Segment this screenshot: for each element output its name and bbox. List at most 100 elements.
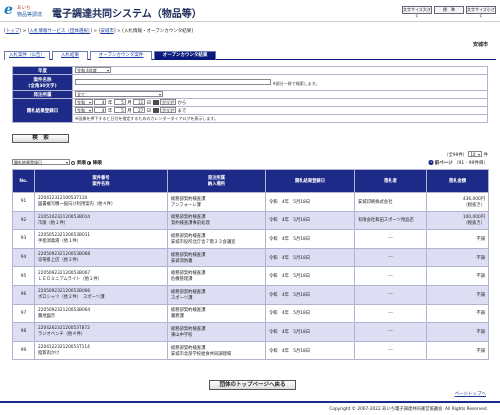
row-case: 220509232120053B068 涼帯掛上店（他２件） xyxy=(34,247,168,268)
from-month-input[interactable]: 5 xyxy=(113,99,126,105)
sort-desc-radio[interactable] xyxy=(87,160,92,165)
tab-open-counter-result[interactable]: オープンカウンタ結果 xyxy=(154,51,216,60)
row-dept: 総務部契約検査課 アンフォーレ課 xyxy=(167,192,266,212)
row-case: 220509232120053B064 農地図示 xyxy=(34,303,168,324)
font-large-button[interactable]: 文字サイズ大きく xyxy=(402,6,432,18)
prev-page-link[interactable]: 前ページ xyxy=(435,161,453,166)
table-row: 94 220509232120053B068 涼帯掛上店（他２件） 総務部契約検査課安… xyxy=(12,247,489,268)
result-table: No. 案件番号 案件名称 発注所属 納入場所 開札結果登録日 落札者 落札金額… xyxy=(12,169,489,361)
row-case: 220505232120053B011 手指消毒液（他１件） xyxy=(34,229,168,249)
prev-page-icon[interactable] xyxy=(428,160,434,165)
row-case: 220412232120053T114 脂質肉かけ xyxy=(34,340,168,361)
page-top-link[interactable]: ページトップへ xyxy=(455,391,486,397)
row-amount: 不調 xyxy=(426,340,489,361)
table-row: 97 220509232120053B064 農地図示 総務部契約検査課 農務課 令和 4… xyxy=(12,303,489,324)
row-dept: 総務部契約検査課 安城消防署 xyxy=(167,247,266,268)
table-row: 99 220412232120053T114 脂質肉かけ 総務部契約検査課 安城市北部学… xyxy=(12,340,489,361)
site-logo[interactable]: e あいち 物品等調達 xyxy=(4,2,48,19)
dept-select[interactable]: 全て xyxy=(75,91,163,97)
case-name-link[interactable]: 脂質肉かけ xyxy=(38,350,164,356)
case-name-label: 案件名称 (全角30文字) xyxy=(12,74,73,91)
table-row: 95 220509232120053B067 ＬＥＤミニアムライト（他１件） 総務部契… xyxy=(12,266,489,286)
breadcrumb-org-select[interactable]: 入札情報サービス（団体選択） xyxy=(29,29,90,34)
from-era-select[interactable]: 令和 xyxy=(75,99,93,105)
case-name-link[interactable]: ラジオペンチ（他４件） xyxy=(38,331,164,337)
col-no: No. xyxy=(12,169,35,193)
table-row: 91 220412312100537110 図書複写機一般向け利用案内（他４件） 総務… xyxy=(12,192,489,212)
from-clear-button[interactable]: クリア xyxy=(160,99,176,105)
calendar-icon[interactable] xyxy=(152,100,159,105)
row-case: 220412312100537110 図書複写機一般向け利用案内（他４件） xyxy=(34,192,168,212)
to-suffix: まで xyxy=(177,109,187,114)
row-no: 95 xyxy=(12,266,35,286)
table-header-row: No. 案件番号 案件名称 発注所属 納入場所 開札結果登録日 落札者 落札金額 xyxy=(12,169,489,193)
row-no: 97 xyxy=(12,303,35,324)
row-no: 96 xyxy=(12,284,35,305)
pager-count: （全99件） 10 件 xyxy=(444,151,488,158)
sort-field-select[interactable]: 開札結果登録日 xyxy=(12,159,70,165)
tab-bar: 入札案件（公告） 入札結果 オープンカウンタ案件 オープンカウンタ結果 xyxy=(4,51,496,60)
row-date: 令和 4年 5月18日 xyxy=(265,247,355,268)
row-dept: 総務部契約検査課 東山中学校 xyxy=(167,322,266,342)
row-case: 220509232120053B066 ボロシャツ（他２件） スポーツ課 xyxy=(34,284,168,305)
to-clear-button[interactable]: クリア xyxy=(160,107,176,113)
sort-asc-radio[interactable] xyxy=(71,160,76,165)
case-name-link[interactable]: 図書複写機一般向け利用案内（他４件） xyxy=(38,201,164,207)
fiscal-year-select[interactable]: 令和 4年度 xyxy=(75,67,111,73)
row-no: 94 xyxy=(12,247,35,268)
to-day-input[interactable]: 27 xyxy=(133,107,146,113)
tab-open-counter-case[interactable]: オープンカウンタ案件 xyxy=(90,51,152,60)
to-month-input[interactable]: 5 xyxy=(113,107,126,113)
row-winner: 安城印刷株式会社 xyxy=(354,192,427,212)
sort-asc-label: 昇順 xyxy=(76,161,86,166)
font-standard-button[interactable]: 標 準 xyxy=(434,6,464,14)
col-case: 案件番号 案件名称 xyxy=(34,169,168,193)
row-amount: 不調 xyxy=(426,247,489,268)
row-winner: --- xyxy=(354,340,427,361)
breadcrumb: [トップ] > [入札情報サービス（団体選択）] > [安城市] > [入札情報… xyxy=(4,29,193,34)
col-date: 開札結果登録日 xyxy=(265,169,355,193)
row-dept: 総務部契約検査課 安城市役所北庁舎７階２３会議室 xyxy=(167,229,266,249)
row-date: 令和 4年 5月18日 xyxy=(265,303,355,324)
case-name-link[interactable]: 涼帯掛上店（他２件） xyxy=(38,257,164,263)
logo-mark: e xyxy=(4,2,13,18)
breadcrumb-city[interactable]: 安城市 xyxy=(100,29,114,34)
back-to-org-top-button[interactable]: 団体のトップページへ戻る xyxy=(209,380,296,390)
logo-line2: 物品等調達 xyxy=(17,12,43,18)
sort-desc-label: 降順 xyxy=(92,161,102,166)
row-winner: --- xyxy=(354,284,427,305)
row-date: 令和 4年 5月18日 xyxy=(265,284,355,305)
per-page-select[interactable]: 10 xyxy=(468,151,483,157)
calendar-icon[interactable] xyxy=(152,108,159,113)
row-dept: 総務部契約検査課 危機管理課 xyxy=(167,266,266,286)
row-amount: 不調 xyxy=(426,229,489,249)
tab-bid-result[interactable]: 入札結果 xyxy=(52,51,88,60)
case-name-link[interactable]: ボロシャツ（他２件） スポーツ課 xyxy=(38,294,164,300)
dept-label: 発注所属 xyxy=(12,90,73,99)
city-name: 安城市 xyxy=(472,42,488,48)
case-name-link[interactable]: 農地図示 xyxy=(38,313,164,319)
tab-bid-notice[interactable]: 入札案件（公告） xyxy=(4,51,50,60)
page-range: （91 - 99件目） xyxy=(454,161,488,166)
row-no: 98 xyxy=(12,322,35,342)
breadcrumb-top[interactable]: トップ xyxy=(6,29,20,34)
table-row: 92 220510232120053B014 市旗（他１件） 総務部契約検査課 契約検査… xyxy=(12,210,489,231)
col-amount: 落札金額 xyxy=(426,169,489,193)
from-suffix: から xyxy=(177,101,187,106)
sort-controls: 開札結果登録日 昇順 降順 xyxy=(12,159,102,166)
row-dept: 総務部契約検査課 農務課 xyxy=(167,303,266,324)
case-name-link[interactable]: ＬＥＤミニアムライト（他１件） xyxy=(38,276,164,282)
header: e あいち 物品等調達 電子調達共同システム（物品等） 文字サイズ大きく 標 準… xyxy=(0,0,500,22)
case-name-link[interactable]: 市旗（他１件） xyxy=(38,220,164,226)
to-year-input[interactable]: 4 xyxy=(94,107,107,113)
from-day-input[interactable]: 11 xyxy=(133,99,146,105)
pager-nav: 前ページ （91 - 99件目） xyxy=(428,160,488,166)
case-name-link[interactable]: 手指消毒液（他１件） xyxy=(38,238,164,244)
to-era-select[interactable]: 令和 xyxy=(75,107,93,113)
font-small-button[interactable]: 文字サイズ小さく xyxy=(466,6,496,18)
search-button[interactable]: 検 索 xyxy=(12,134,69,143)
row-amount: 100,000円 （税抜き） xyxy=(426,210,489,231)
fiscal-year-label: 年度 xyxy=(12,66,73,75)
from-year-input[interactable]: 4 xyxy=(94,99,107,105)
case-name-input[interactable] xyxy=(75,78,271,85)
